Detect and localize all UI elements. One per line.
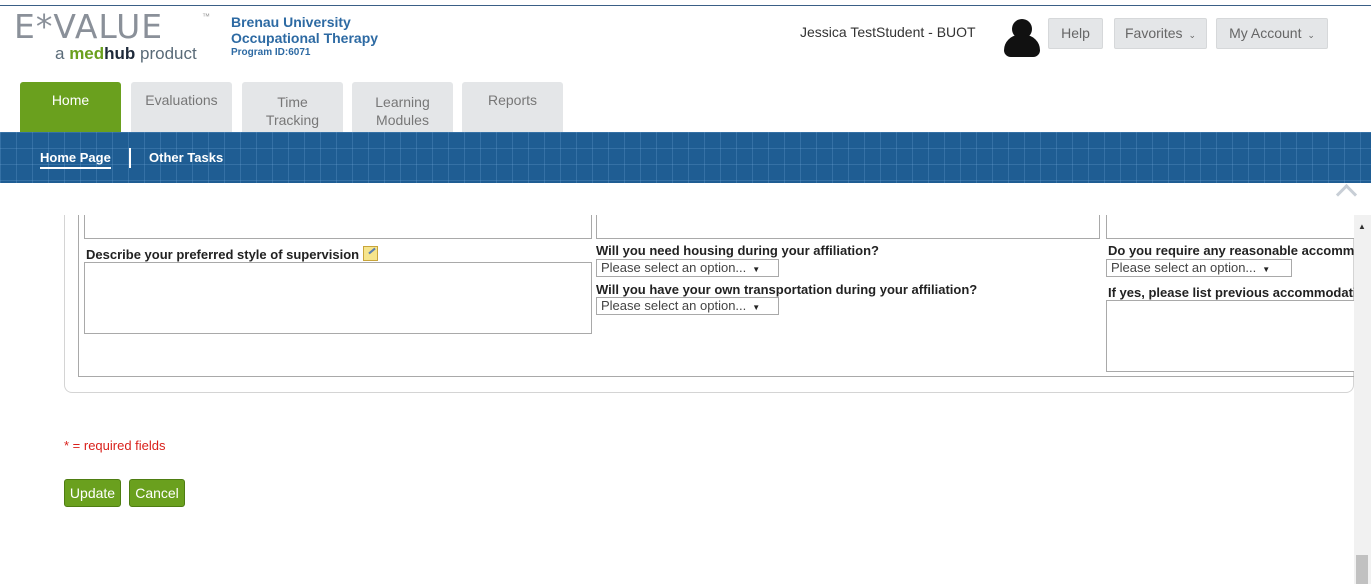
transportation-question: Will you have your own transportation du… [596, 282, 978, 297]
tab-evaluations[interactable]: Evaluations [131, 82, 232, 132]
favorites-button[interactable]: Favorites ⌄ [1114, 18, 1207, 49]
previous-accommodations-textarea[interactable] [1106, 300, 1356, 372]
chevron-down-icon: ⌄ [1307, 30, 1315, 40]
subnav-divider [129, 148, 131, 168]
dropdown-arrow-icon: ▼ [752, 265, 761, 274]
note-edit-icon[interactable] [363, 246, 379, 261]
supervision-question: Describe your preferred style of supervi… [86, 246, 379, 262]
tab-label: Evaluations [145, 92, 218, 108]
dropdown-arrow-icon: ▼ [752, 303, 761, 312]
tab-label-line2: Tracking [265, 112, 320, 128]
housing-select-value: Please select an option... [601, 260, 747, 275]
app-header: E*VALUE ™ a medhub product Brenau Univer… [0, 6, 1371, 82]
logo-tagline-suffix: product [135, 44, 197, 63]
help-button[interactable]: Help [1048, 18, 1103, 49]
program-info: Brenau University Occupational Therapy P… [231, 14, 378, 59]
main-tabs: Home Evaluations Time Tracking Learning Mo… [0, 82, 1371, 132]
program-name: Occupational Therapy [231, 30, 379, 46]
evalue-logo[interactable]: E*VALUE ™ a medhub product [14, 10, 214, 70]
scrollbar-track[interactable] [1354, 215, 1371, 584]
logo-tagline-prefix: a [55, 44, 70, 63]
dropdown-arrow-icon: ▼ [1262, 265, 1271, 274]
tab-label-line1: Time [277, 94, 308, 110]
scrollbar-thumb[interactable] [1356, 555, 1368, 584]
my-account-label: My Account [1229, 25, 1302, 41]
tab-label-line1: Learning [375, 94, 430, 110]
program-id: Program ID:6071 [231, 47, 311, 58]
housing-question: Will you need housing during your affili… [596, 243, 879, 258]
tab-label-line2: Modules [376, 112, 429, 128]
accommodation-select-value: Please select an option... [1111, 260, 1257, 275]
update-button[interactable]: Update [64, 479, 121, 507]
chevron-down-icon: ⌄ [1188, 30, 1196, 40]
logo-tagline-hub: hub [104, 44, 136, 63]
tab-label: Home [51, 92, 90, 108]
favorites-label: Favorites [1124, 25, 1183, 41]
cancel-button[interactable]: Cancel [129, 479, 185, 507]
tab-home[interactable]: Home [20, 82, 121, 132]
logo-trademark: ™ [202, 12, 210, 21]
required-fields-note: * = required fields [64, 438, 166, 453]
previous-accommodations-question: If yes, please list previous accommodati… [1108, 285, 1354, 300]
sub-navigation: Home Page Other Tasks [0, 132, 1371, 183]
textarea-previous-2[interactable] [596, 215, 1100, 239]
help-label: Help [1061, 25, 1090, 41]
supervision-label: Describe your preferred style of supervi… [86, 247, 360, 262]
tab-reports[interactable]: Reports [462, 82, 563, 132]
other-tasks-link[interactable]: Other Tasks [149, 150, 223, 165]
accommodation-select[interactable]: Please select an option... ▼ [1106, 259, 1292, 277]
textarea-previous-1[interactable] [84, 215, 592, 239]
home-page-link[interactable]: Home Page [40, 150, 111, 169]
textarea-previous-3[interactable] [1106, 215, 1356, 239]
user-name: Jessica TestStudent - BUOT [800, 24, 976, 40]
transportation-select-value: Please select an option... [601, 298, 747, 313]
avatar-body [1004, 35, 1040, 57]
tab-time-tracking[interactable]: Time Tracking [242, 82, 343, 132]
scroll-up-arrow-icon[interactable]: ▲ [1358, 222, 1366, 231]
logo-wordmark: E*VALUE [14, 7, 164, 46]
tab-learning-modules[interactable]: Learning Modules [352, 82, 453, 132]
logo-tagline: a medhub product [55, 44, 197, 64]
logo-tagline-med: med [69, 44, 105, 63]
transportation-select[interactable]: Please select an option... ▼ [596, 297, 779, 315]
housing-select[interactable]: Please select an option... ▼ [596, 259, 779, 277]
my-account-button[interactable]: My Account ⌄ [1216, 18, 1328, 49]
accommodation-question: Do you require any reasonable accommodat… [1108, 243, 1354, 258]
collapse-up-icon[interactable] [1336, 184, 1358, 198]
user-avatar-icon[interactable] [1002, 17, 1042, 57]
program-university: Brenau University [231, 14, 351, 30]
supervision-textarea[interactable] [84, 262, 592, 334]
tab-label: Reports [487, 92, 538, 108]
